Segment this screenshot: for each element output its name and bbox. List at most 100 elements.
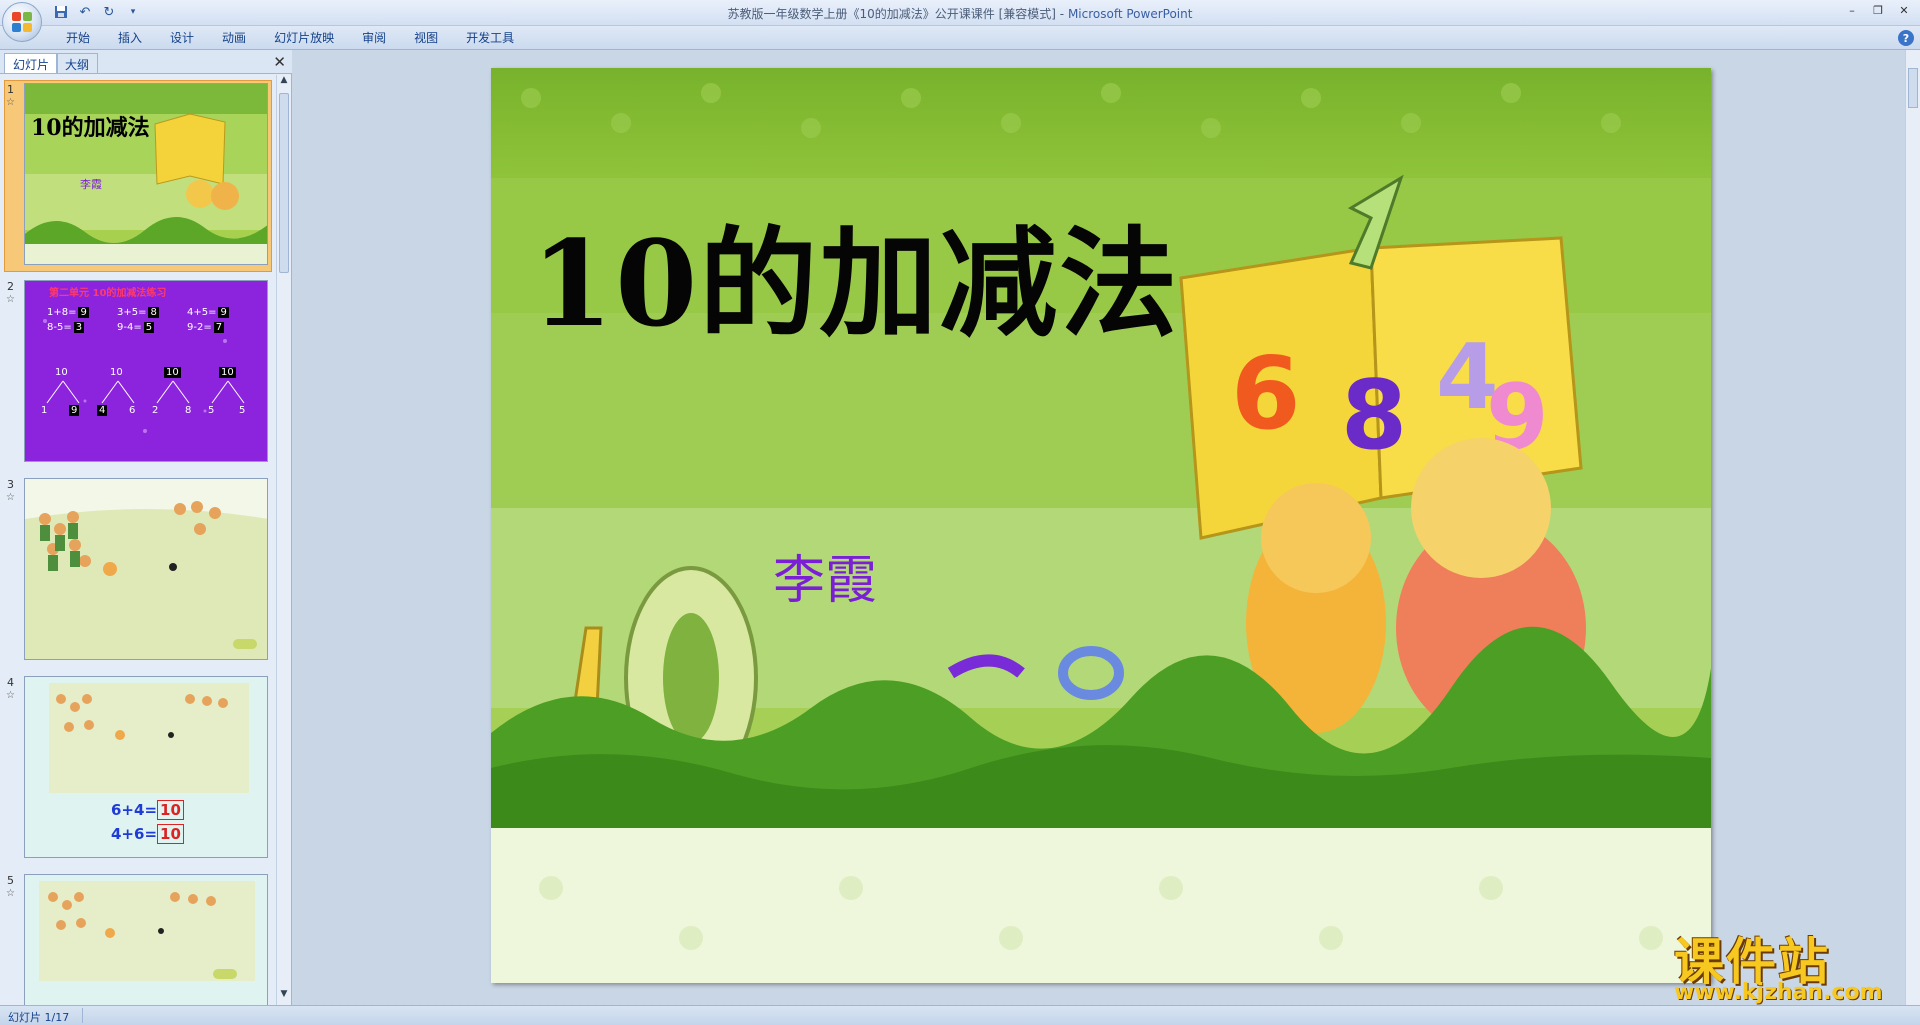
bond-part: 8 (185, 405, 192, 416)
status-divider (82, 1008, 83, 1023)
bond-part: 5 (239, 405, 246, 416)
current-slide[interactable]: 6 8 4 9 10的加减法 李霞 (491, 68, 1711, 983)
thumb-equation-2: 4+6= 10 (111, 824, 184, 844)
bond-top: 10 (164, 367, 181, 378)
tab-animations[interactable]: 动画 (208, 30, 260, 46)
thumbnail-list: 1 ☆ 10的加减法 李霞 2 ☆ 第二单元 10的加减法练习 1+8= 9 8… (0, 75, 276, 1005)
tab-insert[interactable]: 插入 (104, 30, 156, 46)
app-name: Microsoft PowerPoint (1067, 7, 1193, 21)
transition-icon: ☆ (6, 97, 15, 108)
bond-top: 10 (110, 367, 123, 378)
eq-answer: 10 (157, 800, 184, 820)
eq-answer: 8 (148, 307, 159, 318)
close-pane-icon[interactable]: ✕ (273, 53, 286, 71)
office-button[interactable] (2, 2, 42, 42)
eq-text: 9-2= (187, 322, 212, 333)
thumb-col-2: 3+5= 8 9-4= 5 (117, 305, 159, 335)
slide-author[interactable]: 李霞 (773, 538, 877, 613)
slide-2-thumbnail[interactable]: 第二单元 10的加减法练习 1+8= 9 8-5= 3 3+5= 8 9-4= 5 4+… (24, 280, 268, 462)
tab-review[interactable]: 审阅 (348, 30, 400, 46)
transition-icon: ☆ (6, 888, 15, 899)
tab-slides[interactable]: 幻灯片 (4, 53, 59, 73)
bond-part: 2 (152, 405, 159, 416)
eq-row: 9-4= 5 (117, 320, 159, 335)
tab-developer[interactable]: 开发工具 (452, 30, 528, 46)
help-icon[interactable]: ? (1898, 30, 1914, 46)
window-title: 苏教版一年级数学上册《10的加减法》公开课课件 [兼容模式] - Microso… (0, 5, 1920, 22)
eq-answer: 7 (213, 322, 225, 333)
scroll-down-icon[interactable]: ▼ (277, 989, 291, 1005)
eq-text: 6+4= (111, 801, 158, 819)
pane-tabs: 幻灯片 大纲 ✕ (0, 50, 292, 74)
eq-text: 3+5= (117, 307, 147, 318)
bond-top: 10 (55, 367, 68, 378)
tab-outline[interactable]: 大纲 (56, 53, 99, 73)
slide-1-thumbnail[interactable]: 10的加减法 李霞 (24, 83, 268, 265)
thumb-title: 10的加减法 (31, 115, 150, 141)
eq-text: 9-4= (117, 322, 142, 333)
transition-icon: ☆ (6, 492, 15, 503)
close-icon[interactable]: ✕ (1892, 2, 1916, 18)
eq-text: 8-5= (47, 322, 72, 333)
office-logo-icon (10, 10, 34, 34)
slides-pane: 幻灯片 大纲 ✕ 1 ☆ 10的加减法 李霞 2 ☆ 第二单元 10的加减法练习… (0, 50, 292, 1005)
restore-icon[interactable]: ❐ (1866, 2, 1890, 18)
bond-part: 1 (41, 405, 48, 416)
eq-row: 1+8= 9 (47, 305, 89, 320)
scroll-thumb[interactable] (279, 93, 289, 273)
tab-design[interactable]: 设计 (156, 30, 208, 46)
slide-number: 3 (7, 478, 14, 491)
eq-text: 1+8= (47, 307, 77, 318)
bond-part: 6 (129, 405, 136, 416)
bond-part: 5 (208, 405, 215, 416)
slide-number: 2 (7, 280, 14, 293)
tab-slideshow[interactable]: 幻灯片放映 (260, 30, 348, 46)
editor-scrollbar[interactable] (1905, 50, 1920, 1005)
slide-number: 5 (7, 874, 14, 887)
thumb-author: 李霞 (80, 178, 102, 191)
svg-text:6: 6 (1231, 335, 1301, 452)
watermark-url: www.kjzhan.com (1674, 980, 1883, 1005)
eq-answer: 10 (157, 824, 184, 844)
slide-title[interactable]: 10的加减法 (531, 188, 1179, 359)
slide-4-thumbnail[interactable]: 6+4= 10 4+6= 10 (24, 676, 268, 858)
bond-part: 9 (69, 405, 80, 416)
eq-row: 8-5= 3 (47, 320, 89, 335)
eq-row: 4+5= 9 (187, 305, 229, 320)
slide-3-thumbnail[interactable] (24, 478, 268, 660)
transition-icon: ☆ (6, 294, 15, 305)
slide-number: 4 (7, 676, 14, 689)
transition-icon: ☆ (6, 690, 15, 701)
thumb-col-3: 4+5= 9 9-2= 7 (187, 305, 229, 335)
site-watermark: 课件站 www.kjzhan.com (1668, 922, 1904, 1006)
bond-top: 10 (219, 367, 236, 378)
eq-text: 4+5= (187, 307, 217, 318)
document-title: 苏教版一年级数学上册《10的加减法》公开课课件 [兼容模式] - (727, 7, 1068, 21)
eq-answer: 9 (218, 307, 229, 318)
tab-view[interactable]: 视图 (400, 30, 452, 46)
thumbnail-scrollbar[interactable]: ▲ ▼ (276, 75, 291, 1005)
status-bar: 幻灯片 1/17 (0, 1005, 1920, 1025)
window-controls: – ❐ ✕ (1840, 2, 1916, 18)
thumb-equation-1: 6+4= 10 (111, 800, 184, 820)
thumb-heading: 第二单元 10的加减法练习 (49, 288, 167, 299)
eq-answer: 9 (78, 307, 89, 318)
eq-row: 3+5= 8 (117, 305, 159, 320)
slide-indicator: 幻灯片 1/17 (8, 1011, 70, 1024)
eq-row: 9-2= 7 (187, 320, 229, 335)
slide-5-art (25, 875, 267, 1005)
powerpoint-window: ↶ ↻ ▾ 苏教版一年级数学上册《10的加减法》公开课课件 [兼容模式] - M… (0, 0, 1920, 1025)
title-bar: ↶ ↻ ▾ 苏教版一年级数学上册《10的加减法》公开课课件 [兼容模式] - M… (0, 0, 1920, 42)
slide-3-art (25, 479, 267, 659)
tab-home[interactable]: 开始 (52, 30, 104, 46)
scroll-thumb[interactable] (1908, 68, 1918, 108)
scroll-up-icon[interactable]: ▲ (277, 75, 291, 91)
ribbon: 开始 插入 设计 动画 幻灯片放映 审阅 视图 开发工具 ? (0, 26, 1920, 50)
eq-answer: 3 (73, 322, 85, 333)
bond-part: 4 (97, 405, 108, 416)
minimize-icon[interactable]: – (1840, 2, 1864, 18)
slide-5-thumbnail[interactable] (24, 874, 268, 1005)
eq-answer: 5 (143, 322, 155, 333)
slide-number: 1 (7, 83, 14, 96)
ribbon-tabs: 开始 插入 设计 动画 幻灯片放映 审阅 视图 开发工具 (52, 30, 528, 46)
